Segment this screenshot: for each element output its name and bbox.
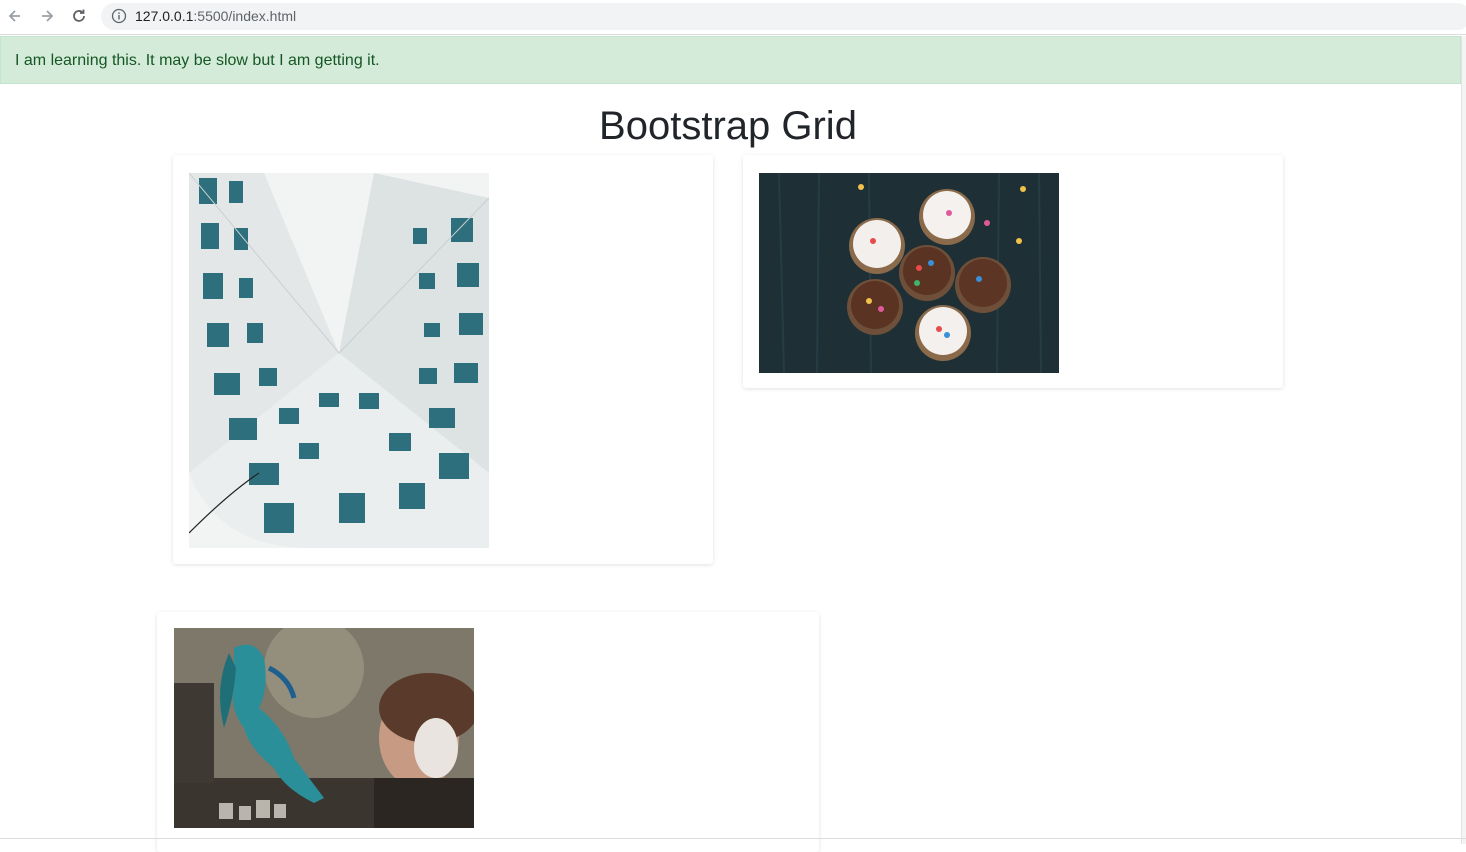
browser-toolbar: 127.0.0.1:5500/index.html — [0, 0, 1466, 35]
back-arrow-icon[interactable] — [4, 5, 26, 27]
page-title: Bootstrap Grid — [599, 104, 857, 148]
reload-icon[interactable] — [68, 5, 90, 27]
scrollbar[interactable] — [1461, 36, 1466, 844]
info-icon[interactable] — [111, 8, 127, 24]
image-card — [157, 612, 819, 852]
url-path: :5500/index.html — [193, 8, 297, 24]
success-alert: I am learning this. It may be slow but I… — [0, 36, 1461, 84]
divider — [0, 838, 1466, 839]
image-card — [743, 155, 1283, 388]
url-host: 127.0.0.1 — [135, 8, 194, 24]
graffiti-photo — [174, 628, 474, 828]
cupcakes-photo — [759, 173, 1059, 373]
architecture-photo — [189, 173, 489, 548]
image-card — [173, 155, 713, 564]
forward-arrow-icon[interactable] — [36, 5, 58, 27]
url-text[interactable]: 127.0.0.1:5500/index.html — [135, 8, 296, 24]
address-bar[interactable]: 127.0.0.1:5500/index.html — [101, 3, 1466, 30]
